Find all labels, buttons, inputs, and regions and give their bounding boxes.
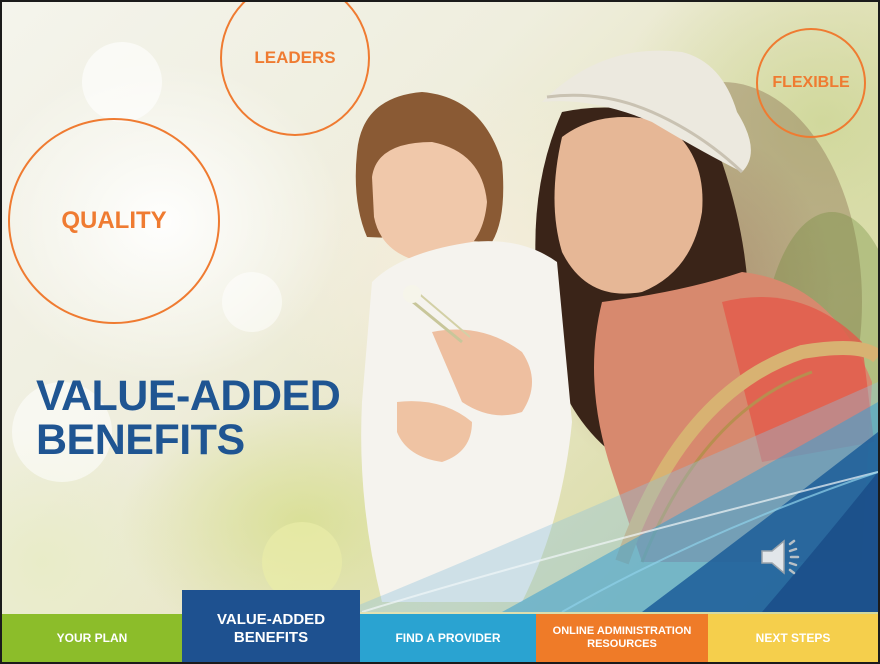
- slide: QUALITY LEADERS FLEXIBLE VALUE-ADDED BEN…: [0, 0, 880, 664]
- slide-title: VALUE-ADDED BENEFITS: [36, 372, 341, 464]
- tab-your-plan[interactable]: YOUR PLAN: [2, 614, 182, 662]
- slide-title-line-2: BENEFITS: [36, 416, 245, 464]
- tab-online-admin-label-1: ONLINE ADMINISTRATION: [552, 625, 692, 637]
- tab-online-administration-resources[interactable]: ONLINE ADMINISTRATION RESOURCES: [536, 614, 708, 662]
- tab-find-a-provider-label: FIND A PROVIDER: [395, 631, 501, 645]
- quality-circle: QUALITY: [8, 118, 220, 324]
- tab-your-plan-label: YOUR PLAN: [56, 631, 128, 645]
- slide-title-line-1: VALUE-ADDED: [36, 372, 341, 420]
- tab-next-steps-label: NEXT STEPS: [755, 631, 831, 645]
- quality-label: QUALITY: [61, 207, 167, 234]
- tab-next-steps[interactable]: NEXT STEPS: [708, 614, 878, 662]
- tab-online-admin-label-2: RESOURCES: [587, 638, 657, 650]
- flexible-label: FLEXIBLE: [772, 74, 850, 91]
- bottom-navigation: YOUR PLAN VALUE-ADDED BENEFITS FIND A PR…: [2, 590, 878, 662]
- speaker-icon[interactable]: [758, 534, 804, 580]
- tab-value-added-benefits-label-1: VALUE-ADDED: [216, 611, 326, 628]
- leaders-label: LEADERS: [254, 48, 336, 67]
- tab-value-added-benefits[interactable]: VALUE-ADDED BENEFITS: [182, 590, 360, 662]
- tab-value-added-benefits-label-2: BENEFITS: [233, 629, 309, 646]
- tab-find-a-provider[interactable]: FIND A PROVIDER: [360, 614, 536, 662]
- flexible-circle: FLEXIBLE: [756, 28, 866, 138]
